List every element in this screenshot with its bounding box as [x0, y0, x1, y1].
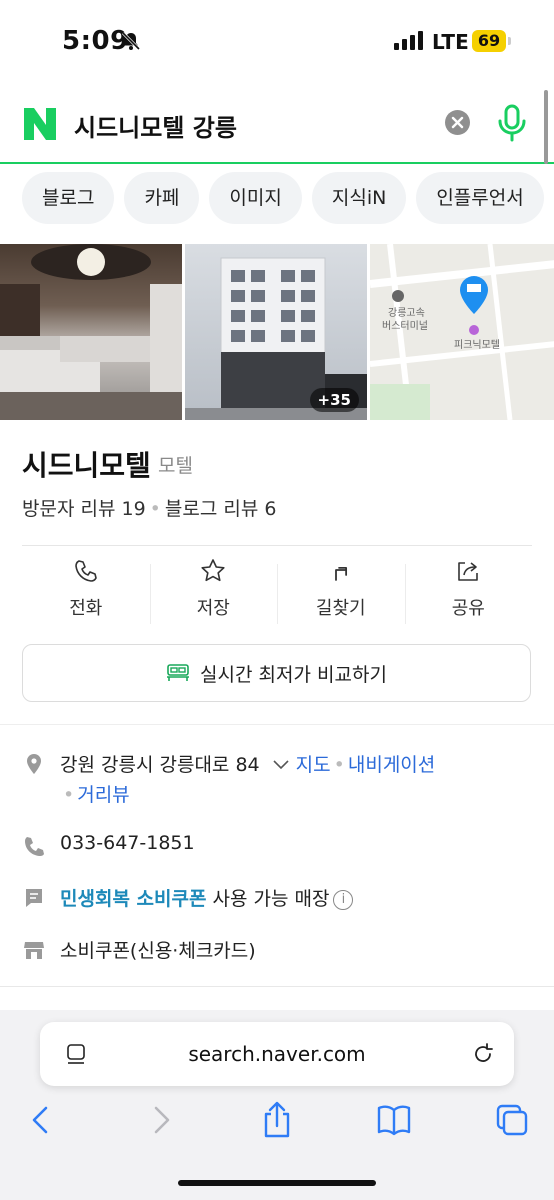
scrollbar[interactable] — [544, 90, 548, 164]
section-divider — [0, 986, 554, 987]
map-illustration — [370, 244, 554, 420]
store-icon — [24, 942, 44, 959]
coupon-highlight: 민생회복 소비쿠폰 — [60, 888, 207, 910]
back-icon[interactable] — [24, 1100, 60, 1140]
place-name[interactable]: 시드니모텔 — [22, 444, 151, 484]
map-label-terminal2: 버스터미널 — [382, 321, 428, 332]
price-compare-button[interactable]: 실시간 최저가 비교하기 — [22, 644, 531, 702]
separator-dot: • — [333, 754, 345, 776]
share-label: 공유 — [451, 598, 485, 619]
location-pin-icon — [27, 754, 41, 774]
status-bar: 5:09 LTE 69 — [0, 0, 554, 84]
naver-logo-icon[interactable] — [22, 106, 58, 142]
directions-icon — [334, 566, 347, 581]
separator-dot: • — [63, 784, 75, 806]
tab-image[interactable]: 이미지 — [209, 172, 302, 224]
bed-icon — [167, 664, 190, 681]
tab-cafe[interactable]: 카페 — [124, 172, 200, 224]
reload-icon[interactable] — [470, 1041, 496, 1067]
forward-icon[interactable] — [142, 1100, 178, 1140]
chevron-down-icon[interactable] — [272, 759, 290, 771]
map-label-picnic: 피크닉모텔 — [454, 340, 500, 351]
blog-reviews-link[interactable]: 블로그 리뷰 6 — [165, 498, 277, 520]
home-indicator — [178, 1180, 376, 1186]
room-illustration — [0, 244, 182, 420]
directions-button[interactable]: 길찾기 — [277, 558, 405, 628]
status-time: 5:09 — [62, 26, 129, 56]
address-row: 강원 강릉시 강릉대로 84 지도 • 내비게이션 • 거리뷰 — [22, 750, 492, 810]
coupon-card-row: 소비쿠폰(신용·체크카드) — [22, 936, 256, 963]
separator-dot: • — [149, 498, 161, 520]
tab-blog[interactable]: 블로그 — [22, 172, 115, 224]
share-button[interactable]: 공유 — [404, 558, 533, 628]
address-block: 강원 강릉시 강릉대로 84 지도 • 내비게이션 • 거리뷰 — [60, 750, 435, 810]
tabs-icon[interactable] — [494, 1100, 530, 1140]
search-input[interactable]: 시드니모텔 강릉 — [74, 108, 237, 143]
tab-influencer[interactable]: 인플루언서 — [416, 172, 544, 224]
share-icon[interactable] — [259, 1100, 295, 1140]
street-view-link[interactable]: 거리뷰 — [77, 784, 129, 806]
address-text: 강원 강릉시 강릉대로 84 — [60, 754, 260, 776]
coupon-card-text: 소비쿠폰(신용·체크카드) — [60, 940, 256, 962]
call-label: 전화 — [69, 598, 103, 619]
browser-toolbar — [0, 1100, 554, 1144]
price-compare-label: 실시간 최저가 비교하기 — [200, 663, 387, 686]
silent-bell-icon — [121, 31, 141, 51]
search-category-tabs: 블로그 카페 이미지 지식iN 인플루언서 — [0, 172, 554, 226]
phone-icon — [25, 837, 44, 856]
battery-tip — [508, 37, 511, 45]
phone-icon — [74, 560, 97, 582]
navigation-link[interactable]: 내비게이션 — [348, 754, 435, 776]
network-type: LTE — [432, 30, 469, 54]
map-thumbnail[interactable]: 강릉고속 버스터미널 피크닉모텔 — [370, 244, 554, 420]
phone-row: 033-647-1851 — [22, 832, 195, 858]
more-photos-badge[interactable]: +35 — [309, 388, 359, 412]
microphone-icon[interactable] — [496, 104, 528, 142]
clear-search-button[interactable] — [445, 110, 470, 135]
map-link[interactable]: 지도 — [296, 754, 331, 776]
room-photo[interactable] — [0, 244, 182, 420]
review-summary: 방문자 리뷰 19 • 블로그 리뷰 6 — [22, 494, 276, 521]
signal-icon — [394, 31, 423, 50]
visitor-reviews-link[interactable]: 방문자 리뷰 19 — [22, 498, 146, 520]
battery-indicator: 69 — [472, 30, 506, 52]
address-bar[interactable]: search.naver.com — [40, 1022, 514, 1086]
url-text[interactable]: search.naver.com — [40, 1042, 514, 1066]
coupon-card-icon — [26, 889, 42, 907]
coupon-text: 사용 가능 매장 — [212, 888, 330, 910]
action-bar: 전화 저장 길찾기 공유 — [22, 558, 532, 628]
section-divider — [0, 724, 554, 725]
star-icon — [201, 559, 225, 582]
close-icon — [451, 116, 464, 129]
search-bar: 시드니모텔 강릉 — [0, 86, 554, 164]
coupon-row: 민생회복 소비쿠폰 사용 가능 매장 i — [22, 884, 354, 911]
share-icon — [458, 562, 479, 581]
save-button[interactable]: 저장 — [149, 558, 278, 628]
divider — [22, 545, 532, 546]
bookmarks-icon[interactable] — [376, 1100, 412, 1140]
save-label: 저장 — [196, 598, 230, 619]
phone-number[interactable]: 033-647-1851 — [60, 832, 195, 854]
building-photo[interactable]: +35 — [185, 244, 367, 420]
directions-label: 길찾기 — [315, 598, 366, 619]
call-button[interactable]: 전화 — [22, 558, 150, 628]
place-photos: +35 강릉고속 버스터미널 피크닉모텔 — [0, 244, 554, 420]
info-icon[interactable]: i — [333, 889, 354, 910]
place-category: 모텔 — [158, 455, 193, 477]
tab-knowledge-in[interactable]: 지식iN — [311, 172, 407, 224]
